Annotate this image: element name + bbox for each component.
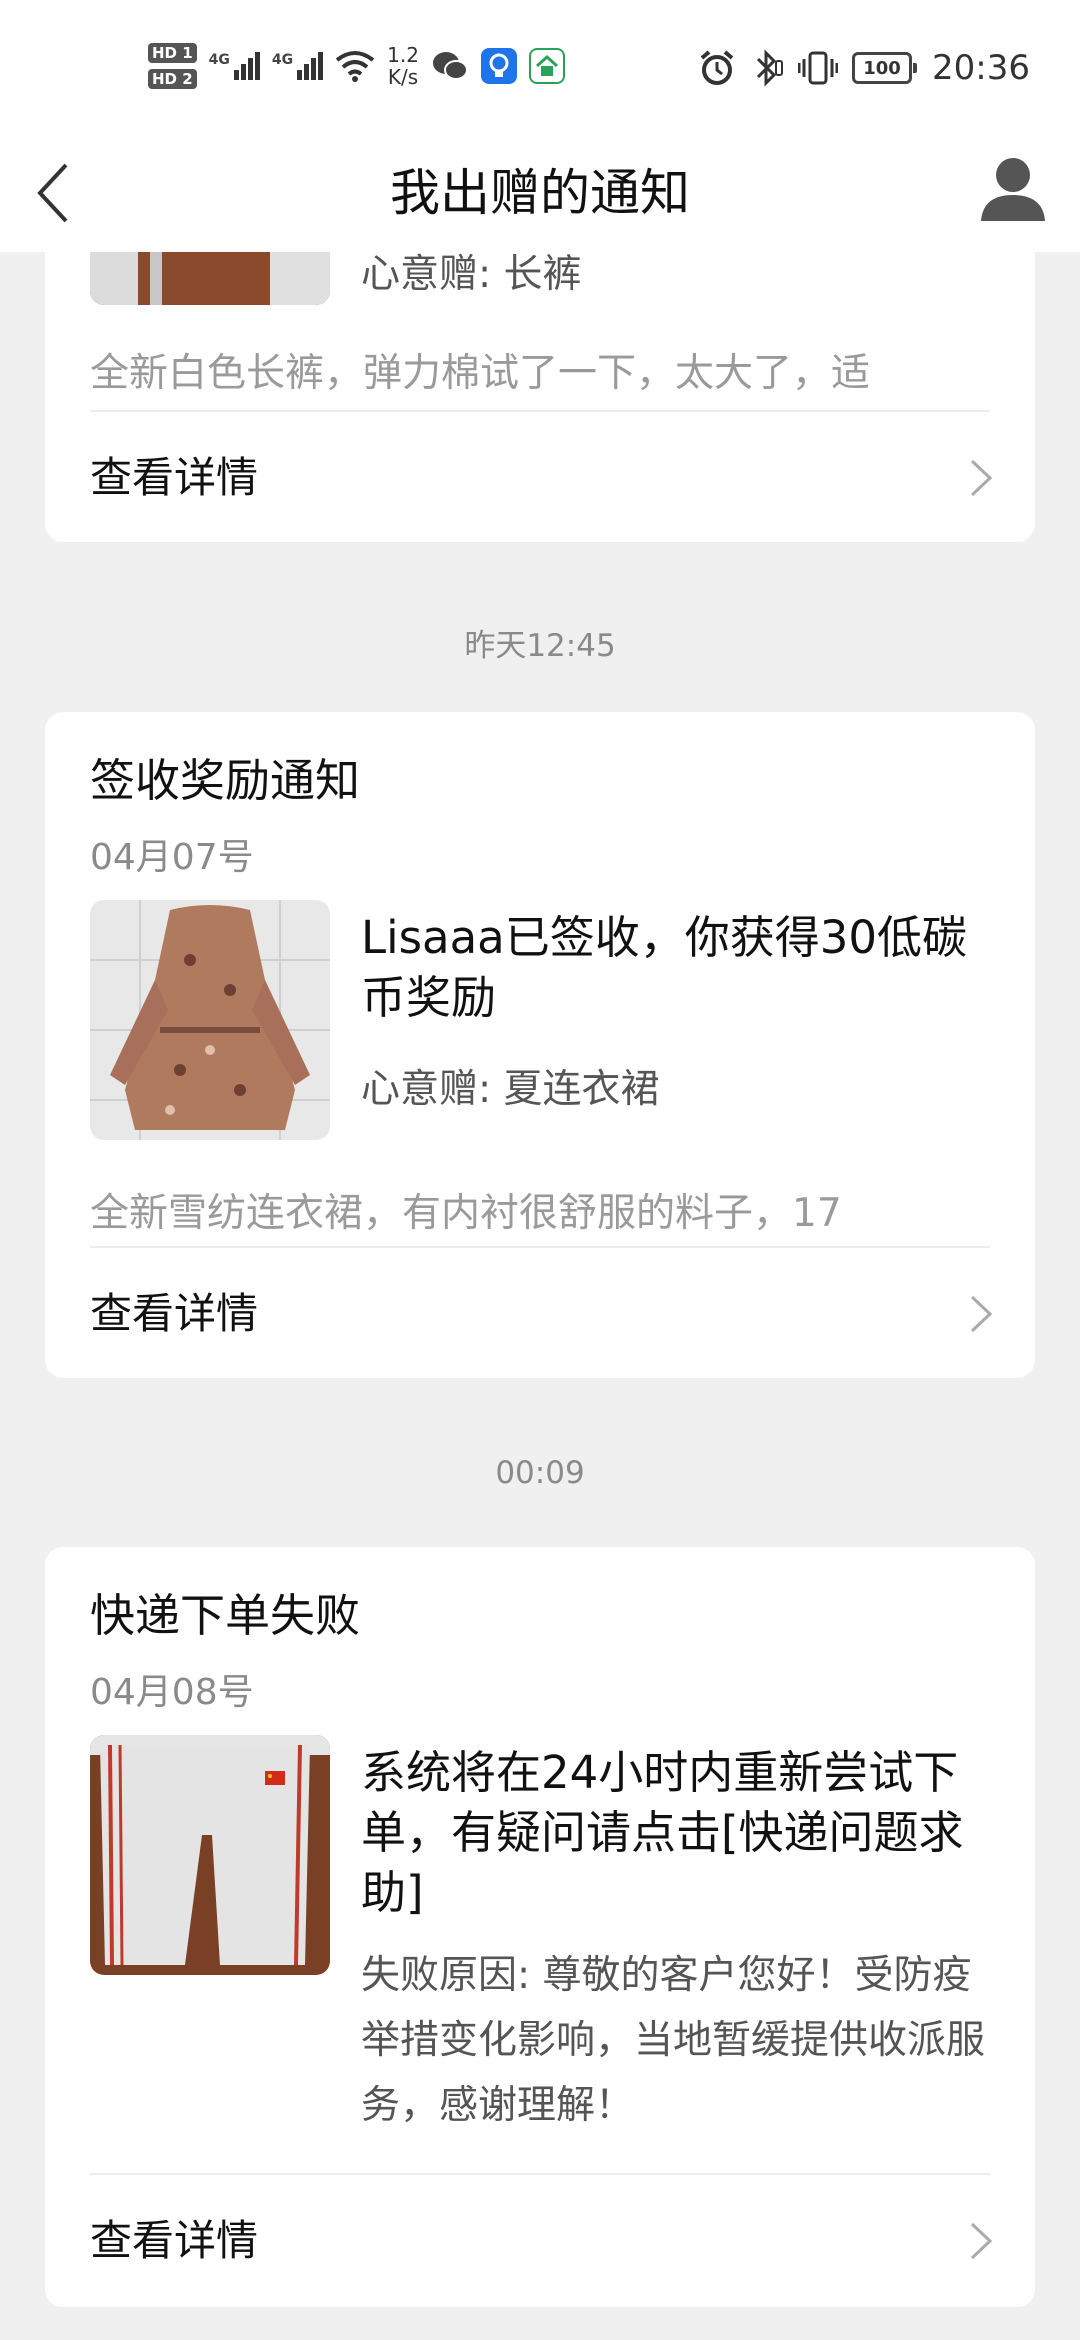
wechat-icon xyxy=(432,52,468,80)
hd1-badge: HD 1 xyxy=(148,43,197,63)
card-date: 04月07号 xyxy=(90,837,254,878)
view-details-button[interactable]: 查看详情 xyxy=(45,412,1035,544)
item-thumbnail[interactable] xyxy=(90,900,330,1140)
status-right: 100 20:36 xyxy=(698,40,1030,96)
view-details-button[interactable]: 查看详情 xyxy=(45,1248,1035,1380)
notification-card: 心意赠: 长裤 全新白色长裤，弹力棉试了一下，太大了，适 查看详情 xyxy=(45,252,1035,542)
notification-message: 系统将在24小时内重新尝试下单，有疑问请点击[快递问题求助] xyxy=(361,1746,964,1919)
hd-indicators: HD 1 HD 2 xyxy=(148,43,197,89)
status-time: 20:36 xyxy=(932,48,1030,88)
item-category: 心意赠: 夏连衣裙 xyxy=(361,1067,660,1112)
navigation-header: 我出赠的通知 xyxy=(0,134,1080,252)
battery-indicator: 100 xyxy=(852,52,918,84)
status-left: HD 1 HD 2 4G 4G 1.2 K/s xyxy=(148,36,565,96)
item-thumbnail[interactable] xyxy=(90,1735,330,1975)
view-details-button[interactable]: 查看详情 xyxy=(45,2175,1035,2307)
status-bar: HD 1 HD 2 4G 4G 1.2 K/s 100 20:36 xyxy=(0,0,1080,134)
card-title: 签收奖励通知 xyxy=(90,754,361,807)
notification-list[interactable]: 心意赠: 长裤 全新白色长裤，弹力棉试了一下，太大了，适 查看详情 昨天12:4… xyxy=(0,252,1080,2340)
notification-message: Lisaaa已签收，你获得30低碳币奖励 xyxy=(361,911,968,1024)
notification-card: 签收奖励通知 04月07号 Lisaaa已签收，你获得30低碳币奖励 心意赠: … xyxy=(45,712,1035,1378)
user-profile-icon xyxy=(981,158,1045,221)
network-speed: 1.2 K/s xyxy=(387,43,419,89)
chevron-right-icon xyxy=(970,2222,993,2260)
profile-button[interactable] xyxy=(968,144,1058,234)
card-title: 快递下单失败 xyxy=(90,1589,361,1642)
bulb-app-icon xyxy=(480,48,517,84)
item-description: 全新白色长裤，弹力棉试了一下，太大了，适 xyxy=(90,351,871,396)
chevron-right-icon xyxy=(970,1295,993,1333)
alarm-icon xyxy=(700,50,734,85)
hd2-badge: HD 2 xyxy=(148,69,197,89)
notification-card: 快递下单失败 04月08号 系统将在24小时内重新尝试下单，有疑问请点击[快递问… xyxy=(45,1547,1035,2307)
chevron-right-icon xyxy=(970,459,993,497)
home-app-icon xyxy=(528,48,565,84)
card-date: 04月08号 xyxy=(90,1672,254,1713)
item-thumbnail[interactable] xyxy=(90,252,330,305)
page-title: 我出赠的通知 xyxy=(390,164,690,222)
timestamp: 00:09 xyxy=(495,1455,585,1491)
view-details-label: 查看详情 xyxy=(90,453,259,502)
vibrate-icon xyxy=(798,51,839,85)
view-details-label: 查看详情 xyxy=(90,2216,259,2265)
bluetooth-icon xyxy=(756,49,784,87)
wifi-icon xyxy=(335,51,375,82)
item-description: 全新雪纺连衣裙，有内衬很舒服的料子，17 xyxy=(90,1191,842,1236)
timestamp: 昨天12:45 xyxy=(464,628,616,664)
signal-2-icon: 4G xyxy=(272,52,324,80)
failure-reason: 失败原因: 尊敬的客户您好！受防疫举措变化影响，当地暂缓提供收派服务，感谢理解！ xyxy=(361,1953,986,2128)
signal-1-icon: 4G xyxy=(209,52,260,80)
view-details-label: 查看详情 xyxy=(90,1289,259,1338)
item-category: 心意赠: 长裤 xyxy=(361,252,582,297)
